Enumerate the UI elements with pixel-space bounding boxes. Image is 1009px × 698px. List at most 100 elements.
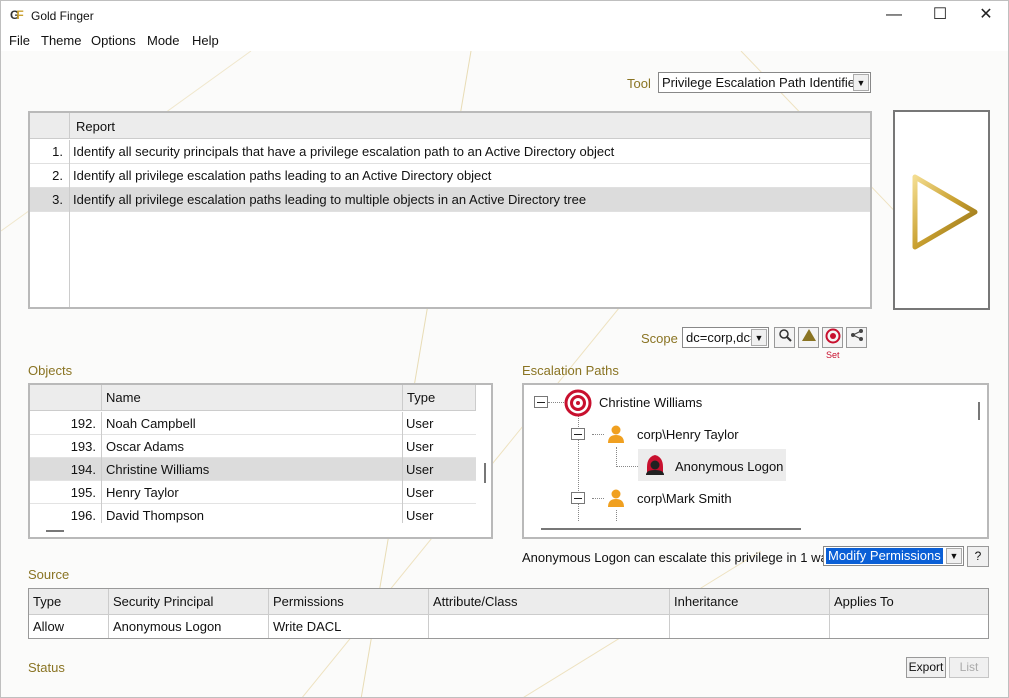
object-type: User <box>406 485 434 500</box>
report-row[interactable]: 2. Identify all privilege escalation pat… <box>30 164 870 188</box>
tree-connector <box>592 498 604 499</box>
user-icon <box>608 489 624 507</box>
report-table: Report 1. Identify all security principa… <box>28 111 872 309</box>
menu-file[interactable]: File <box>9 33 30 48</box>
report-column-header: Report <box>76 119 116 134</box>
share-icon[interactable] <box>846 327 867 348</box>
tree-vertical-scrollbar[interactable] <box>978 402 980 420</box>
source-inheritance-cell[interactable] <box>670 615 830 638</box>
source-attribute-column-header: Attribute/Class <box>429 589 670 615</box>
report-row-number: 1. <box>30 140 70 164</box>
source-attribute-cell[interactable] <box>429 615 670 638</box>
escalation-paths-label: Escalation Paths <box>522 363 619 378</box>
objects-vertical-scrollbar[interactable] <box>484 463 486 483</box>
tool-label: Tool <box>627 76 651 91</box>
objects-num-column-header <box>30 385 102 411</box>
export-button[interactable]: Export <box>906 657 946 678</box>
tree-node-anonymous-logon[interactable]: Anonymous Logon <box>675 459 783 474</box>
object-type: User <box>406 439 434 454</box>
warning-icon[interactable] <box>798 327 819 348</box>
objects-hscroll-area <box>30 523 491 537</box>
search-icon[interactable] <box>774 327 795 348</box>
source-principal-cell[interactable]: Anonymous Logon <box>109 615 269 638</box>
source-table: Type Security Principal Permissions Attr… <box>28 588 989 639</box>
minimize-button[interactable]: — <box>871 1 917 31</box>
objects-table-row[interactable]: 193. Oscar Adams User <box>30 435 476 458</box>
source-type-cell[interactable]: Allow <box>29 615 109 638</box>
objects-type-column-header: Type <box>403 385 476 411</box>
object-row-number: 195. <box>30 481 102 504</box>
object-type: User <box>406 416 434 431</box>
source-label: Source <box>28 567 70 582</box>
run-button[interactable] <box>893 110 990 310</box>
collapse-toggle[interactable] <box>571 492 585 504</box>
tree-node-henry-taylor[interactable]: corp\Henry Taylor <box>637 427 739 442</box>
source-applies-to-cell[interactable] <box>830 615 988 638</box>
menu-help[interactable]: Help <box>192 33 219 48</box>
report-row-selected[interactable]: 3. Identify all privilege escalation pat… <box>30 188 870 212</box>
objects-table: Name Type 192. Noah Campbell User 193. O… <box>28 383 493 539</box>
status-label: Status <box>28 660 65 675</box>
tree-connector <box>616 466 638 467</box>
source-permissions-cell[interactable]: Write DACL <box>269 615 429 638</box>
object-row-number: 193. <box>30 435 102 458</box>
objects-table-row-selected[interactable]: 194. Christine Williams User <box>30 458 476 481</box>
chevron-down-icon: ▼ <box>946 548 962 564</box>
report-num-column-header <box>30 113 70 139</box>
source-applies-to-column-header: Applies To <box>834 594 894 609</box>
objects-table-row[interactable]: 195. Henry Taylor User <box>30 481 476 504</box>
tree-connector <box>616 447 617 467</box>
tree-node-mark-smith[interactable]: corp\Mark Smith <box>637 491 732 506</box>
chevron-down-icon: ▼ <box>751 329 767 346</box>
menu-mode[interactable]: Mode <box>147 33 180 48</box>
maximize-button[interactable]: ☐ <box>917 1 963 31</box>
objects-horizontal-scrollbar[interactable] <box>46 530 64 532</box>
tool-select[interactable]: Privilege Escalation Path Identifier ▼ <box>658 72 871 93</box>
source-type-column-header: Type <box>29 589 109 615</box>
object-name: Henry Taylor <box>102 481 403 504</box>
tree-root-node[interactable]: Christine Williams <box>599 395 702 410</box>
set-target-icon[interactable] <box>822 327 843 348</box>
objects-label: Objects <box>28 363 73 378</box>
target-icon <box>564 389 592 417</box>
source-permissions-column-header: Permissions <box>269 589 429 615</box>
source-table-header: Type Security Principal Permissions Attr… <box>29 589 988 615</box>
collapse-toggle[interactable] <box>571 428 585 440</box>
window-title: Gold Finger <box>31 9 94 23</box>
collapse-toggle[interactable] <box>534 396 548 408</box>
close-button[interactable]: ✕ <box>963 1 1008 31</box>
anonymous-user-icon <box>646 455 664 475</box>
report-row-text: Identify all privilege escalation paths … <box>73 168 492 183</box>
gold-finger-logo-icon: GF <box>10 8 24 22</box>
report-num-column-filler <box>30 212 70 307</box>
menu-options[interactable]: Options <box>91 33 136 48</box>
objects-table-header: Name Type <box>30 385 476 411</box>
menu-theme[interactable]: Theme <box>41 33 81 48</box>
report-table-header: Report <box>30 113 870 139</box>
play-icon <box>912 174 978 250</box>
scope-select-value: dc=corp,dc= <box>686 330 758 345</box>
set-label: Set <box>826 350 840 360</box>
scope-label: Scope <box>641 331 678 346</box>
report-row-number: 2. <box>30 164 70 188</box>
tool-select-value: Privilege Escalation Path Identifier <box>662 75 860 90</box>
escalation-summary-text: Anonymous Logon can escalate this privil… <box>522 550 842 565</box>
object-name: Noah Campbell <box>102 412 403 435</box>
object-name: Christine Williams <box>102 458 403 481</box>
help-button[interactable]: ? <box>967 546 989 567</box>
user-icon <box>608 425 624 443</box>
objects-table-row[interactable]: 192. Noah Campbell User <box>30 412 476 435</box>
scope-select[interactable]: dc=corp,dc= ▼ <box>682 327 769 348</box>
object-row-number: 192. <box>30 412 102 435</box>
permission-select[interactable]: Modify Permissions ▼ <box>823 546 964 566</box>
list-button[interactable]: List <box>949 657 989 678</box>
source-principal-column-header: Security Principal <box>109 589 269 615</box>
object-type: User <box>406 462 434 477</box>
app-window: GF Gold Finger — ☐ ✕ File Theme Options … <box>0 0 1009 698</box>
report-row-text: Identify all security principals that ha… <box>73 144 615 159</box>
tree-horizontal-scrollbar[interactable] <box>541 528 801 530</box>
report-row[interactable]: 1. Identify all security principals that… <box>30 140 870 164</box>
report-row-text: Identify all privilege escalation paths … <box>73 192 587 207</box>
tree-connector <box>592 434 604 435</box>
escalation-paths-tree: Christine Williams corp\Henry Taylor Ano… <box>522 383 989 539</box>
